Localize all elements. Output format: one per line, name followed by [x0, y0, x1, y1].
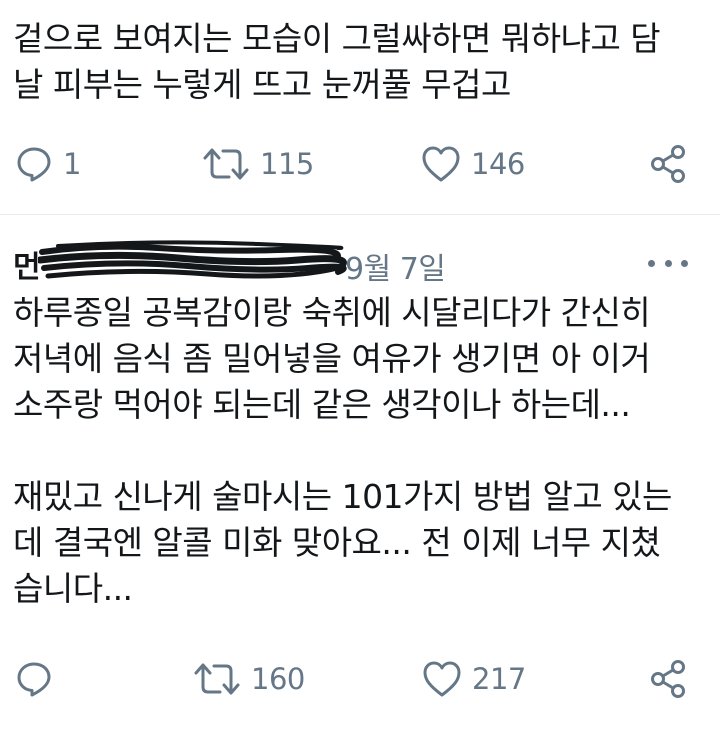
heart-icon [422, 146, 460, 182]
tweet-2-reply-button[interactable] [15, 654, 53, 704]
tweet-1-actions: 1 115 146 [0, 139, 720, 189]
redaction-scribble [38, 240, 347, 279]
tweet-2-line-3: 소주랑 먹어야 되는데 같은 생각이나 하는데... [13, 385, 631, 424]
tweet-2-retweet-button[interactable]: 160 [193, 654, 305, 704]
reply-icon [17, 147, 51, 182]
tweet-2-text: 하루종일 공복감이랑 숙취에 시달리다가 간신히 저녁에 음식 좀 밀어넣을 여… [13, 290, 672, 612]
tweet-1-share-button[interactable] [648, 139, 688, 189]
tweet-1-like-button[interactable]: 146 [421, 139, 525, 189]
tweet-2-like-button[interactable]: 217 [422, 654, 526, 704]
retweet-icon [203, 148, 249, 180]
tweet-2-line-1: 하루종일 공복감이랑 숙취에 시달리다가 간신히 [13, 293, 651, 332]
tweet-2-share-button[interactable] [648, 654, 688, 704]
reply-icon [17, 662, 51, 697]
heart-icon [423, 661, 461, 697]
tweet-2-header: 먼 9월 7일 [0, 238, 720, 288]
tweet-2-author-name[interactable]: 먼 [13, 242, 41, 286]
share-icon [651, 660, 685, 698]
tweet-1-reply-button[interactable]: 1 [15, 139, 81, 189]
tweet-2-date[interactable]: 9월 7일 [345, 244, 446, 288]
tweet-1-retweet-count: 115 [260, 147, 314, 181]
tweet-1-line-1: 겉으로 보여지는 모습이 그럴싸하면 뭐하냐고 담 [13, 19, 661, 58]
more-icon-dot [681, 259, 688, 267]
tweet-2-line-2: 저녁에 음식 좀 밀어넣을 여유가 생기면 아 이거 [13, 339, 651, 378]
tweet-divider [0, 214, 720, 215]
tweet-1-like-count: 146 [471, 147, 525, 181]
more-icon [648, 259, 655, 267]
share-icon [651, 145, 685, 183]
tweet-2-line-5: 데 결국엔 알콜 미화 맞아요... 전 이제 너무 지쳤 [13, 523, 661, 562]
tweet-1-reply-count: 1 [63, 147, 81, 181]
tweet-1-retweet-button[interactable]: 115 [202, 139, 314, 189]
tweet-2-like-count: 217 [472, 662, 526, 696]
tweet-2-line-4: 재밌고 신나게 술마시는 101가지 방법 알고 있는 [13, 477, 672, 516]
more-icon-dot [664, 259, 672, 267]
tweet-2-retweet-count: 160 [251, 662, 305, 696]
tweet-2-actions: 160 217 [0, 654, 720, 704]
tweet-1-text: 겉으로 보여지는 모습이 그럴싸하면 뭐하냐고 담 날 피부는 누렇게 뜨고 눈… [13, 16, 661, 108]
tweet-2-line-6: 습니다... [13, 569, 133, 608]
more-options-button[interactable] [648, 248, 688, 278]
retweet-icon [194, 663, 240, 695]
tweet-1-line-2: 날 피부는 누렇게 뜨고 눈꺼풀 무겁고 [13, 65, 511, 104]
